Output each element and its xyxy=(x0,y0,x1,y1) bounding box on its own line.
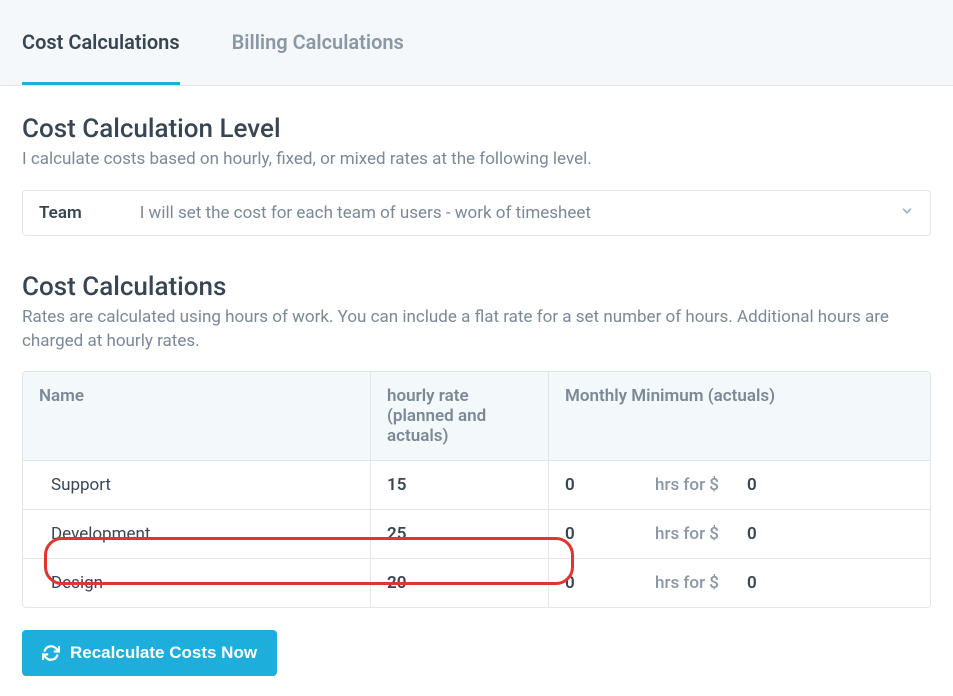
th-rate: hourly rate (planned and actuals) xyxy=(371,372,549,460)
level-select-label: Team xyxy=(39,203,82,223)
tabs-bar: Cost Calculations Billing Calculations xyxy=(0,0,953,86)
recalculate-button[interactable]: Recalculate Costs Now xyxy=(22,630,277,676)
cell-min: 0 hrs for $ 0 xyxy=(549,559,930,607)
min-label: hrs for $ xyxy=(655,475,719,495)
table-row: Design 20 0 hrs for $ 0 xyxy=(23,559,930,607)
refresh-icon xyxy=(42,644,60,662)
tab-billing-calculations[interactable]: Billing Calculations xyxy=(232,0,404,85)
min-hours[interactable]: 0 xyxy=(565,524,583,544)
rates-table: Name hourly rate (planned and actuals) M… xyxy=(22,371,931,608)
cell-min: 0 hrs for $ 0 xyxy=(549,510,930,558)
th-name: Name xyxy=(23,372,371,460)
min-hours[interactable]: 0 xyxy=(565,573,583,593)
level-title: Cost Calculation Level xyxy=(22,114,931,144)
cell-min: 0 hrs for $ 0 xyxy=(549,461,930,509)
tab-cost-calculations[interactable]: Cost Calculations xyxy=(22,0,180,85)
recalculate-button-label: Recalculate Costs Now xyxy=(70,643,257,663)
level-desc: I calculate costs based on hourly, fixed… xyxy=(22,148,931,172)
table-row: Development 25 0 hrs for $ 0 xyxy=(23,510,930,559)
cell-name[interactable]: Development xyxy=(23,510,371,558)
level-select-text: I will set the cost for each team of use… xyxy=(140,203,900,223)
min-hours[interactable]: 0 xyxy=(565,475,583,495)
chevron-down-icon xyxy=(900,203,914,222)
table-wrap: Name hourly rate (planned and actuals) M… xyxy=(22,371,931,608)
min-label: hrs for $ xyxy=(655,573,719,593)
th-min: Monthly Minimum (actuals) xyxy=(549,372,930,460)
min-cost[interactable]: 0 xyxy=(747,475,757,495)
content-area: Cost Calculation Level I calculate costs… xyxy=(0,86,953,696)
calc-desc: Rates are calculated using hours of work… xyxy=(22,306,931,354)
cell-rate[interactable]: 20 xyxy=(371,559,549,607)
min-label: hrs for $ xyxy=(655,524,719,544)
cell-rate[interactable]: 25 xyxy=(371,510,549,558)
table-row: Support 15 0 hrs for $ 0 xyxy=(23,461,930,510)
cell-rate[interactable]: 15 xyxy=(371,461,549,509)
level-select[interactable]: Team I will set the cost for each team o… xyxy=(22,190,931,236)
min-cost[interactable]: 0 xyxy=(747,524,757,544)
cell-name[interactable]: Design xyxy=(23,559,371,607)
table-header: Name hourly rate (planned and actuals) M… xyxy=(23,372,930,461)
cell-name[interactable]: Support xyxy=(23,461,371,509)
calc-title: Cost Calculations xyxy=(22,272,931,302)
min-cost[interactable]: 0 xyxy=(747,573,757,593)
